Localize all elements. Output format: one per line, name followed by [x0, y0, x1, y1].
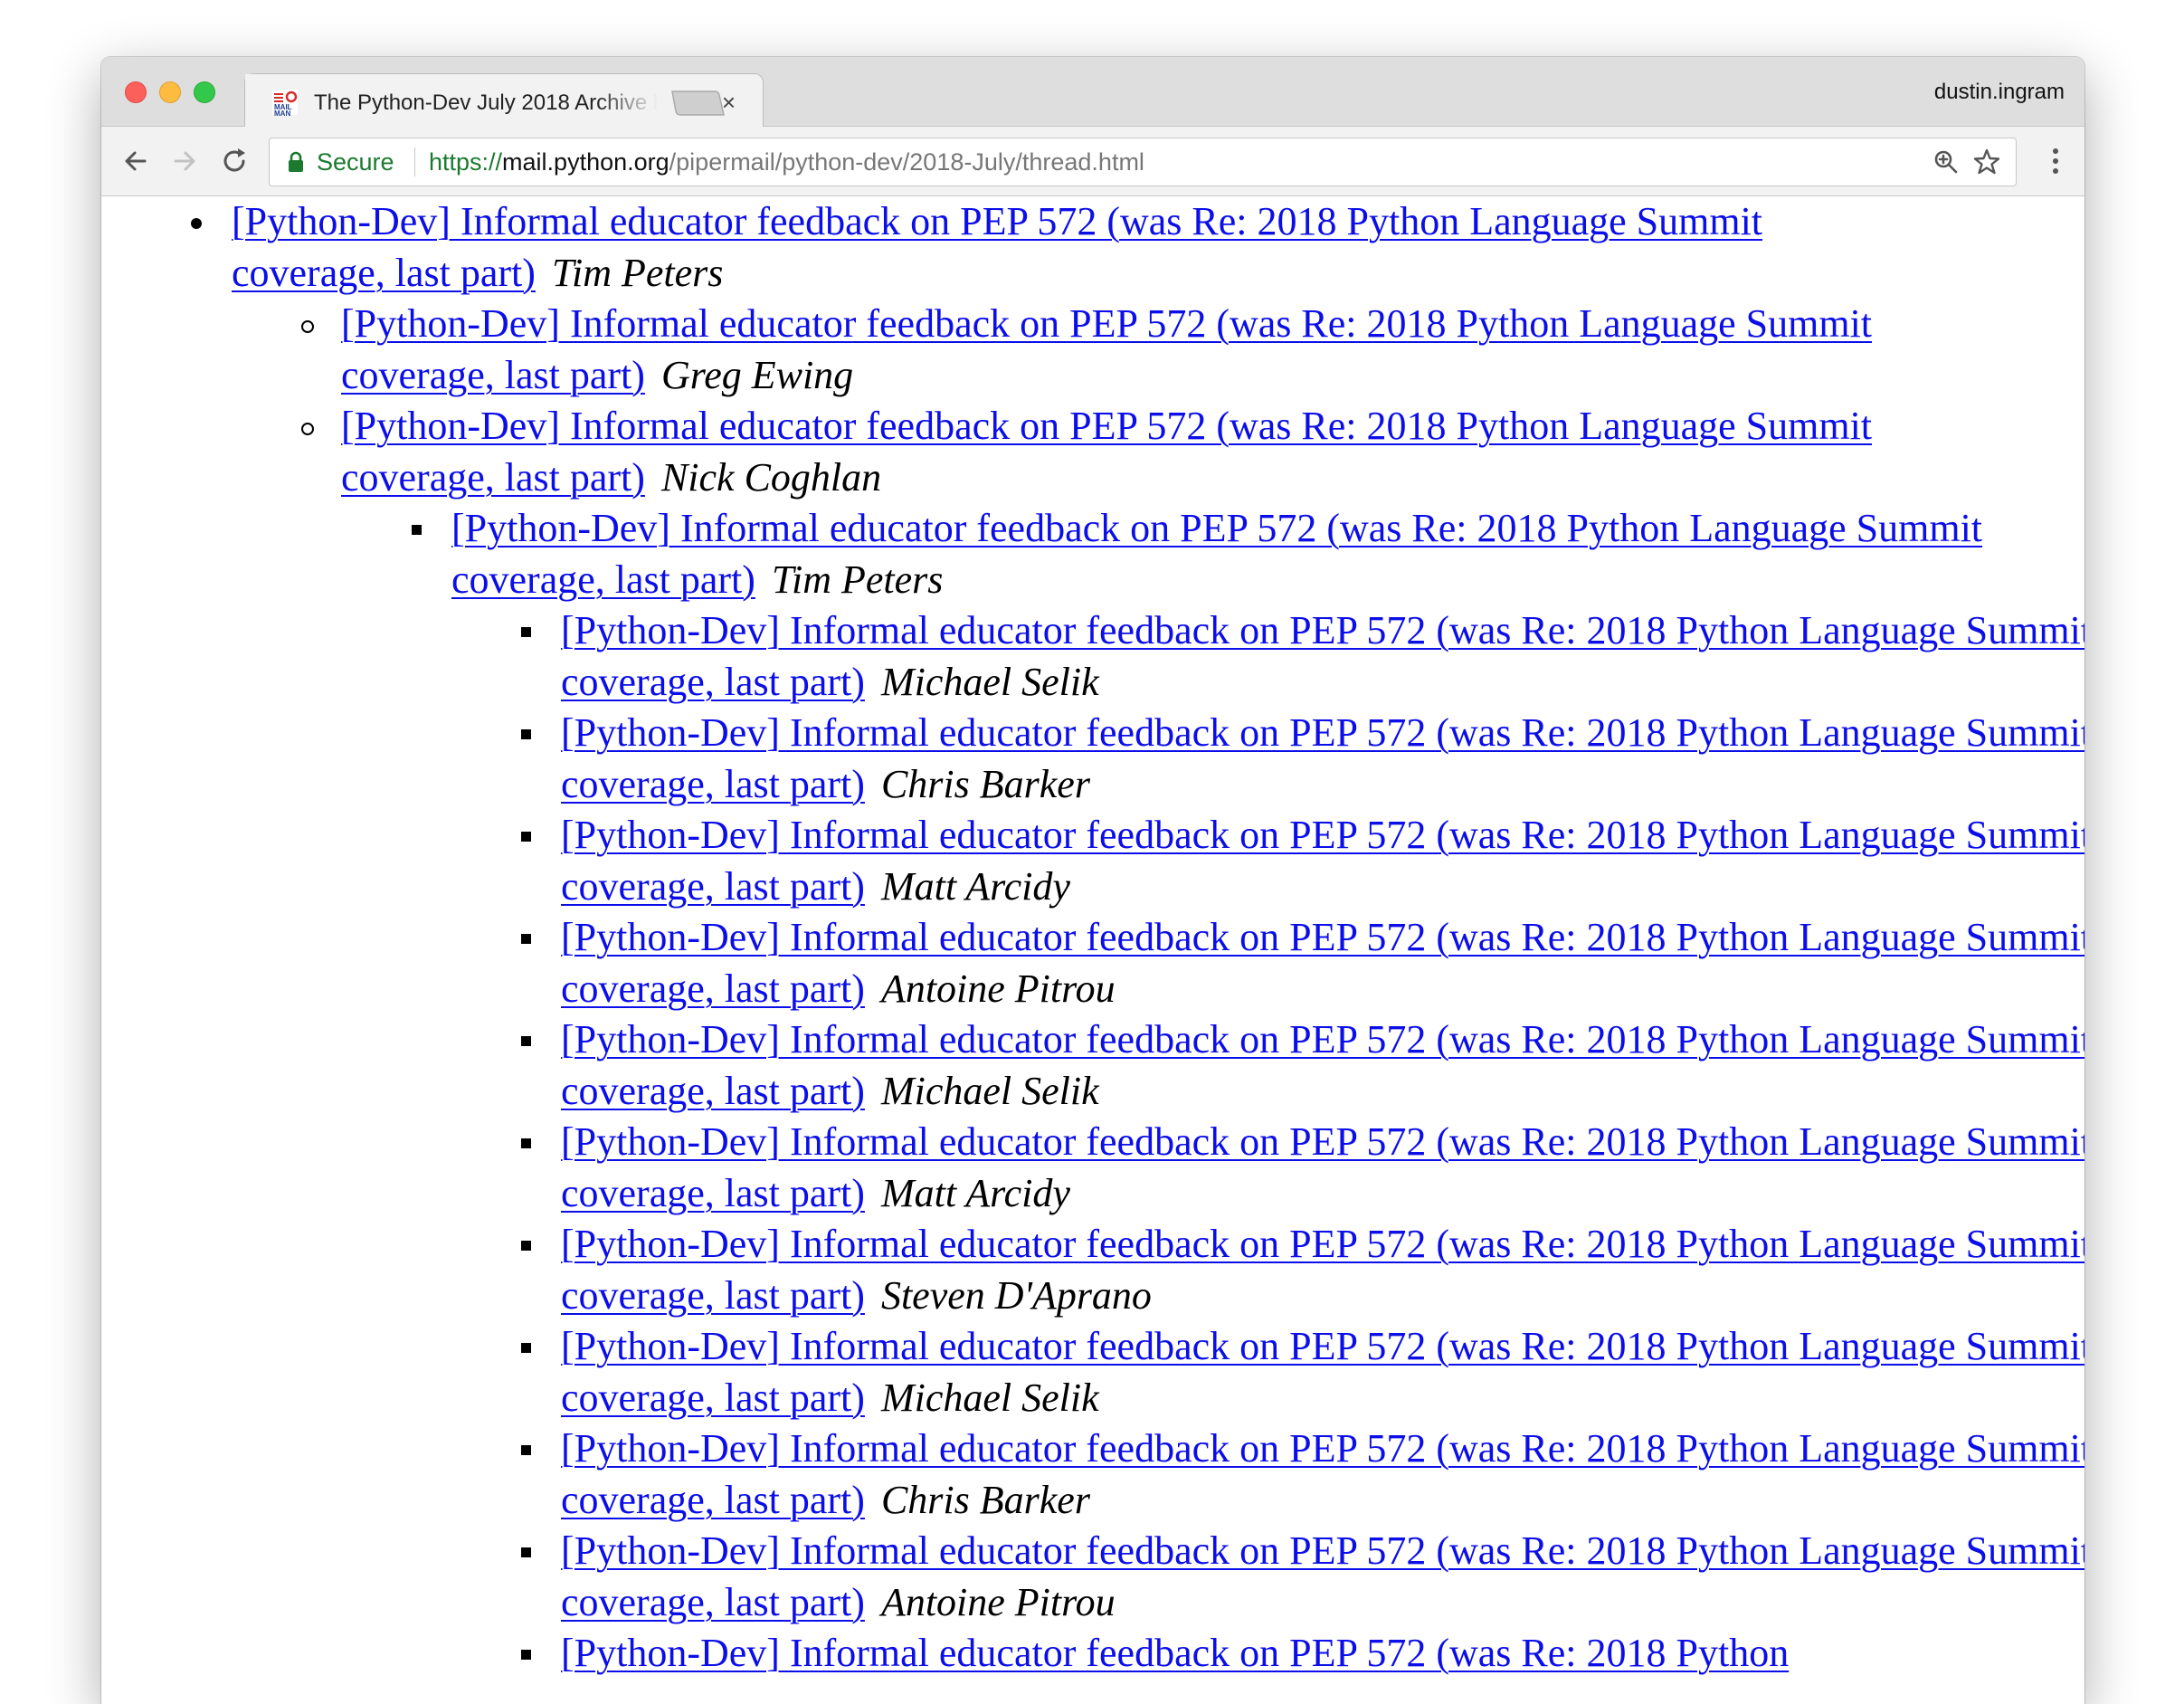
thread-subject-link[interactable]: [Python-Dev] Informal educator feedback …: [561, 1119, 2084, 1215]
star-icon[interactable]: [1972, 148, 2001, 176]
back-arrow-icon[interactable]: [119, 145, 152, 177]
thread-item: [Python-Dev] Informal educator feedback …: [232, 196, 1914, 299]
list-bullet: [521, 832, 531, 842]
list-bullet: [521, 1241, 531, 1251]
thread-author: Michael Selik: [880, 659, 1099, 704]
thread-item: [Python-Dev] Informal educator feedback …: [561, 912, 2084, 1014]
thread-subject-link[interactable]: [Python-Dev] Informal educator feedback …: [561, 1017, 2084, 1113]
thread-author: Michael Selik: [880, 1375, 1099, 1420]
thread-author: Matt Arcidy: [880, 863, 1070, 909]
list-bullet: [521, 1650, 531, 1660]
list-bullet: [521, 1445, 531, 1455]
thread-item: [Python-Dev] Informal educator feedback …: [561, 1526, 2084, 1628]
thread-author: Antoine Pitrou: [880, 966, 1116, 1011]
forward-arrow-icon[interactable]: [168, 145, 201, 177]
thread-subject-link[interactable]: [Python-Dev] Informal educator feedback …: [561, 1222, 2084, 1318]
profile-name[interactable]: dustin.ingram: [1934, 79, 2065, 106]
thread-item: [Python-Dev] Informal educator feedback …: [561, 1117, 2084, 1219]
thread-author: Nick Coghlan: [660, 454, 882, 500]
thread-subject-link[interactable]: [Python-Dev] Informal educator feedback …: [561, 915, 2084, 1011]
list-bullet: [301, 423, 314, 435]
list-bullet: [301, 320, 314, 333]
thread-item: [Python-Dev] Informal educator feedback …: [341, 401, 2027, 503]
title-bar: MAIL MAN The Python-Dev July 2018 Archiv…: [101, 57, 2084, 128]
thread-subject-link[interactable]: [Python-Dev] Informal educator feedback …: [561, 1631, 1789, 1675]
thread-subject-link[interactable]: [Python-Dev] Informal educator feedback …: [561, 813, 2084, 909]
secure-label: Secure: [317, 148, 394, 176]
thread-subject-link[interactable]: [Python-Dev] Informal educator feedback …: [561, 710, 2084, 806]
new-tab-button[interactable]: [669, 88, 726, 119]
zoom-icon[interactable]: [1932, 148, 1960, 176]
thread-item: [Python-Dev] Informal educator feedback …: [561, 1014, 2084, 1117]
thread-item: [Python-Dev] Informal educator feedback …: [561, 1219, 2084, 1321]
close-window-button[interactable]: [125, 81, 147, 103]
thread-item: [Python-Dev] Informal educator feedback …: [561, 1321, 2084, 1423]
thread-item: [Python-Dev] Informal educator feedback …: [561, 810, 2084, 912]
tab-title: The Python-Dev July 2018 Archive by thre…: [314, 90, 658, 115]
reload-icon[interactable]: [219, 145, 252, 177]
thread-item: [Python-Dev] Informal educator feedback …: [561, 1628, 2084, 1680]
thread-author: Greg Ewing: [660, 352, 854, 397]
thread-item: [Python-Dev] Informal educator feedback …: [561, 708, 2084, 810]
browser-toolbar: Secure https://mail.python.org/pipermail…: [101, 127, 2084, 196]
list-bullet: [412, 525, 422, 535]
thread-item: [Python-Dev] Informal educator feedback …: [561, 1423, 2084, 1526]
kebab-menu-icon[interactable]: [2052, 148, 2059, 176]
thread-author: Chris Barker: [880, 1477, 1090, 1522]
thread-subject-link[interactable]: [Python-Dev] Informal educator feedback …: [561, 1426, 2084, 1522]
lock-icon: [289, 151, 303, 172]
thread-author: Chris Barker: [880, 761, 1090, 806]
list-bullet: [521, 1343, 531, 1353]
thread-author: Michael Selik: [880, 1068, 1099, 1113]
address-divider: [414, 148, 415, 176]
list-bullet: [521, 627, 531, 637]
thread-author: Steven D'Aprano: [880, 1272, 1152, 1318]
url-host: mail.python.org: [502, 148, 669, 176]
thread-subject-link[interactable]: [Python-Dev] Informal educator feedback …: [451, 506, 1982, 602]
thread-author: Matt Arcidy: [880, 1170, 1070, 1215]
browser-window: MAIL MAN The Python-Dev July 2018 Archiv…: [101, 57, 2084, 1704]
url-scheme: https://: [429, 148, 503, 176]
page-content: [Python-Dev] Informal educator feedback …: [101, 196, 2084, 1704]
thread-item: [Python-Dev] Informal educator feedback …: [451, 503, 2084, 605]
mailman-icon: MAIL MAN: [272, 90, 298, 117]
thread-subject-link[interactable]: [Python-Dev] Informal educator feedback …: [341, 404, 1872, 500]
thread-subject-link[interactable]: [Python-Dev] Informal educator feedback …: [341, 301, 1872, 397]
thread-author: Antoine Pitrou: [880, 1579, 1116, 1624]
url-path: /pipermail/python-dev/2018-July/thread.h…: [669, 148, 1144, 176]
thread-item: [Python-Dev] Informal educator feedback …: [561, 605, 2084, 708]
thread-subject-link[interactable]: [Python-Dev] Informal educator feedback …: [232, 199, 1762, 295]
thread-subject-link[interactable]: [Python-Dev] Informal educator feedback …: [561, 1324, 2084, 1420]
thread-item: [Python-Dev] Informal educator feedback …: [341, 299, 2027, 401]
minimize-window-button[interactable]: [159, 81, 181, 103]
url-text[interactable]: https://mail.python.org/pipermail/python…: [429, 148, 1144, 176]
address-bar[interactable]: Secure https://mail.python.org/pipermail…: [269, 138, 2017, 186]
thread-author: Tim Peters: [551, 250, 724, 295]
list-bullet: [191, 218, 202, 229]
list-bullet: [521, 729, 531, 739]
thread-author: Tim Peters: [771, 557, 944, 602]
maximize-window-button[interactable]: [194, 81, 215, 103]
thread-subject-link[interactable]: [Python-Dev] Informal educator feedback …: [561, 1528, 2084, 1624]
list-bullet: [521, 1138, 531, 1148]
svg-text:MAN: MAN: [274, 109, 290, 117]
list-bullet: [521, 934, 531, 944]
list-bullet: [521, 1547, 531, 1557]
list-bullet: [521, 1036, 531, 1046]
thread-subject-link[interactable]: [Python-Dev] Informal educator feedback …: [561, 608, 2084, 704]
